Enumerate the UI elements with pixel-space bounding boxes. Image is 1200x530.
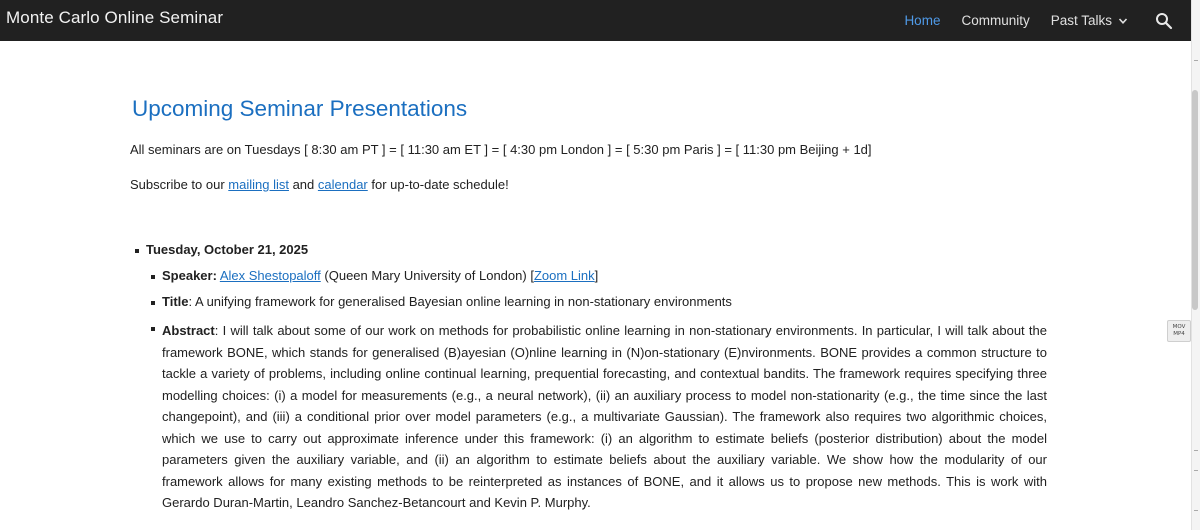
abstract-block: Abstract: I will talk about some of our … [162, 320, 1047, 514]
abstract-text: : I will talk about some of our work on … [162, 323, 1047, 510]
scroll-marker [1194, 450, 1198, 451]
list-bullet [151, 275, 155, 279]
scroll-marker [1194, 470, 1198, 471]
schedule-line: All seminars are on Tuesdays [ 8:30 am P… [130, 142, 872, 157]
list-bullet [151, 301, 155, 305]
list-bullet [135, 249, 139, 253]
zoom-bracket-close: ] [594, 268, 599, 283]
nav-past-talks-label: Past Talks [1050, 13, 1112, 28]
list-bullet [151, 327, 155, 331]
title-line: Title: A unifying framework for generali… [162, 294, 732, 309]
nav-home[interactable]: Home [904, 13, 940, 28]
badge-line-2: MP4 [1173, 331, 1185, 337]
search-icon[interactable] [1155, 12, 1173, 30]
badge-line-1: MOV [1172, 324, 1186, 330]
nav-menu: Home Community Past Talks [904, 0, 1173, 41]
nav-past-talks[interactable]: Past Talks [1051, 13, 1128, 28]
scroll-marker [1194, 60, 1198, 61]
talk-title: : A unifying framework for generalised B… [188, 294, 732, 309]
speaker-line: Speaker: Alex Shestopaloff (Queen Mary U… [162, 268, 598, 283]
subscribe-prefix: Subscribe to our [130, 177, 229, 192]
speaker-affiliation: (Queen Mary University of London) [ [320, 268, 534, 283]
video-format-badge[interactable]: MOV MP4 [1167, 320, 1191, 342]
speaker-label: Speaker: [162, 268, 217, 283]
subscribe-and: and [288, 177, 318, 192]
scroll-marker [1194, 510, 1198, 511]
calendar-link[interactable]: calendar [318, 177, 368, 192]
subscribe-line: Subscribe to our mailing list and calend… [130, 177, 509, 192]
subscribe-suffix: for up-to-date schedule! [367, 177, 509, 192]
talk-date: Tuesday, October 21, 2025 [146, 242, 309, 257]
scrollbar-thumb[interactable] [1192, 90, 1198, 310]
zoom-link[interactable]: Zoom Link [534, 268, 595, 283]
abstract-label: Abstract [162, 323, 215, 338]
top-navbar: Monte Carlo Online Seminar Home Communit… [0, 0, 1191, 41]
chevron-down-icon [1118, 17, 1128, 24]
site-title[interactable]: Monte Carlo Online Seminar [6, 8, 223, 28]
speaker-name-link[interactable]: Alex Shestopaloff [220, 268, 321, 283]
nav-community[interactable]: Community [961, 13, 1029, 28]
mailing-list-link[interactable]: mailing list [228, 177, 289, 192]
page-heading: Upcoming Seminar Presentations [132, 96, 468, 121]
title-label: Title [162, 294, 189, 309]
